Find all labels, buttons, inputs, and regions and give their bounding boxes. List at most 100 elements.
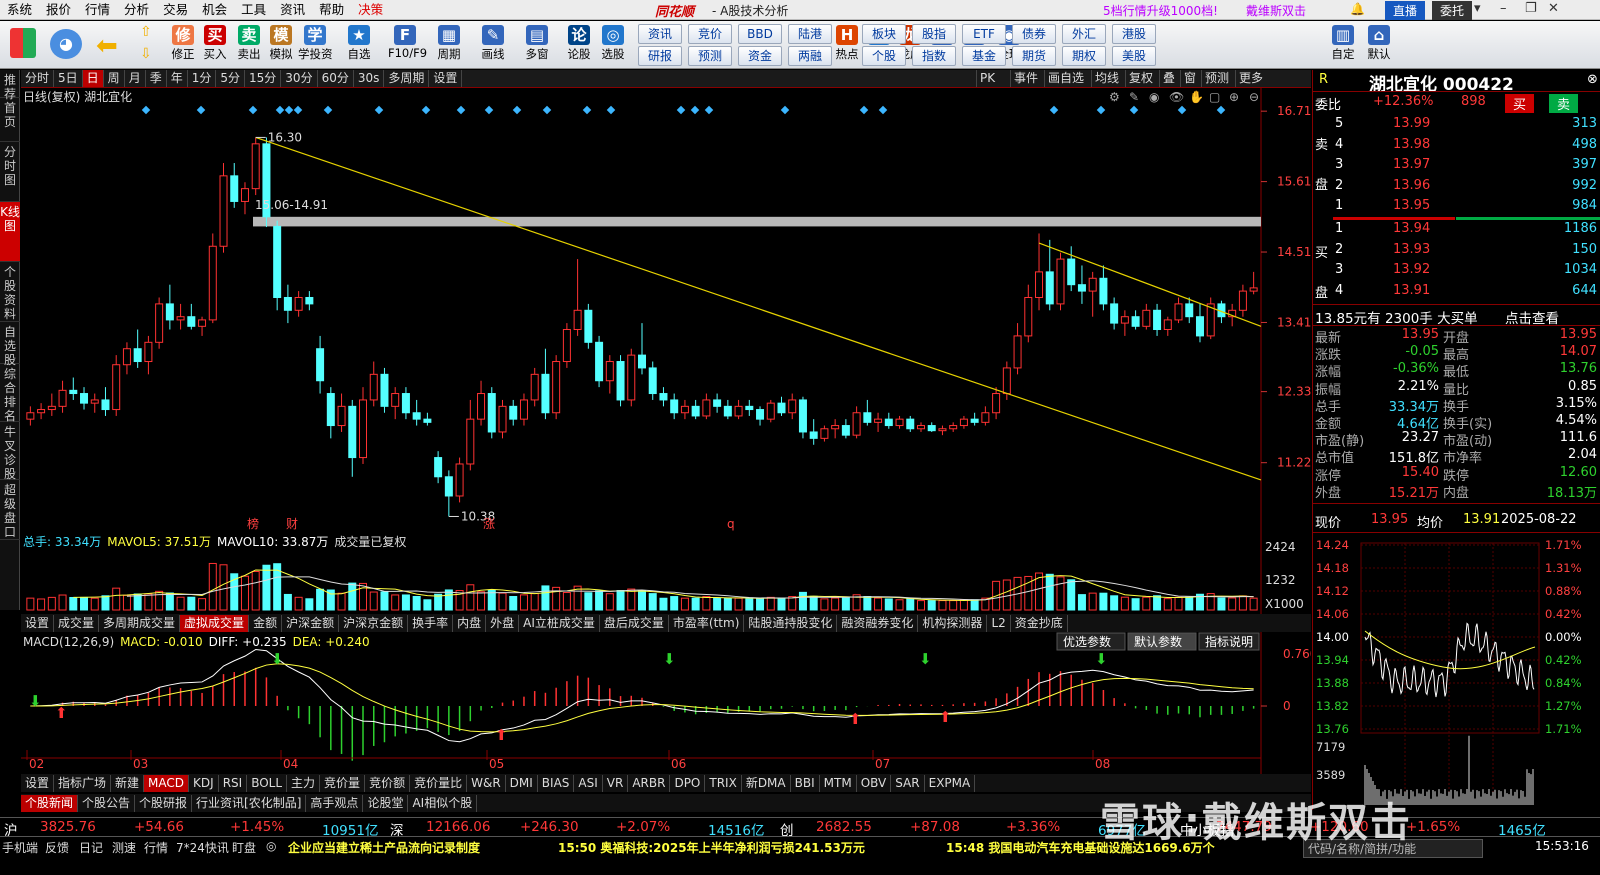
quick2-7[interactable]: 期货 xyxy=(1012,46,1056,66)
period-2[interactable]: 日 xyxy=(82,70,104,87)
period-right-8[interactable]: 更多 xyxy=(1235,70,1266,87)
ind-tab-5[interactable]: RSI xyxy=(219,774,248,792)
toolbar-11[interactable]: ◎ 选股 xyxy=(596,21,630,69)
status-item-2[interactable]: 日记 xyxy=(79,839,103,856)
ind-tab-11[interactable]: W&R xyxy=(467,774,506,792)
ind-tab-23[interactable]: SAR xyxy=(891,774,925,792)
ind-tab-18[interactable]: TRIX xyxy=(705,774,742,792)
buy-button[interactable]: 买 xyxy=(1505,94,1535,113)
close-icon[interactable]: ✕ xyxy=(1548,1,1559,16)
menu-7[interactable]: 资讯 xyxy=(273,0,312,20)
quick-6[interactable]: ETF xyxy=(962,24,1006,44)
quick2-5[interactable]: 指数 xyxy=(912,46,956,66)
vol-tab-0[interactable]: 设置 xyxy=(21,614,55,632)
status-item-0[interactable]: 手机端 xyxy=(2,839,38,856)
status-item-3[interactable]: 测速 xyxy=(112,839,136,856)
promo-link-2[interactable]: 戴维斯双击 xyxy=(1246,2,1306,19)
period-right-1[interactable]: 事件 xyxy=(1010,70,1041,87)
period-0[interactable]: 分时 xyxy=(21,70,55,87)
macd-btn1[interactable]: 优选参数 xyxy=(1056,632,1126,651)
minimize-icon[interactable]: – xyxy=(1500,1,1507,16)
big-order-link[interactable]: 点击查看 xyxy=(1505,307,1559,327)
restore-icon[interactable]: ❐ xyxy=(1525,1,1537,16)
quick2-6[interactable]: 基金 xyxy=(962,46,1006,66)
period-8[interactable]: 5分 xyxy=(216,70,246,87)
period-right-5[interactable]: 叠 xyxy=(1159,70,1178,87)
up-icon[interactable]: ⇧ xyxy=(140,24,152,40)
vol-tab-17[interactable]: 资金抄底 xyxy=(1011,614,1068,632)
news-tab-2[interactable]: 个股研报 xyxy=(135,794,193,812)
ind-tab-14[interactable]: ASI xyxy=(574,774,603,792)
ind-tab-0[interactable]: 设置 xyxy=(21,774,55,792)
period-14[interactable]: 设置 xyxy=(429,70,463,87)
leftnav-item[interactable]: 个股资料 xyxy=(0,262,20,322)
quick2-1[interactable]: 预测 xyxy=(688,46,732,66)
toolbar-2[interactable]: 卖卖出 xyxy=(232,21,266,69)
toolbar-10[interactable]: 论论股 xyxy=(562,21,596,69)
ind-tab-10[interactable]: 竞价量比 xyxy=(410,774,468,792)
bell-icon[interactable]: 🔔 xyxy=(1350,2,1365,16)
back-icon[interactable]: ⬅ xyxy=(96,31,118,61)
period-right-7[interactable]: 预测 xyxy=(1201,70,1232,87)
vol-tab-12[interactable]: 市盈率(ttm) xyxy=(669,614,745,632)
vol-tab-14[interactable]: 融资融券变化 xyxy=(837,614,919,632)
period-9[interactable]: 15分 xyxy=(245,70,282,87)
news-tab-1[interactable]: 个股公告 xyxy=(78,794,136,812)
quick-2[interactable]: BBD xyxy=(738,24,782,44)
quick2-2[interactable]: 资金 xyxy=(738,46,782,66)
ind-tab-1[interactable]: 指标广场 xyxy=(54,774,112,792)
news-tab-4[interactable]: 高手观点 xyxy=(306,794,364,812)
menu-6[interactable]: 工具 xyxy=(234,0,273,20)
menu-8[interactable]: 帮助 xyxy=(312,0,351,20)
period-12[interactable]: 30s xyxy=(354,70,385,87)
quick-7[interactable]: 债券 xyxy=(1012,24,1056,44)
vol-tab-11[interactable]: 盘后成交量 xyxy=(600,614,669,632)
menu-5[interactable]: 机会 xyxy=(195,0,234,20)
quick-0[interactable]: 资讯 xyxy=(638,24,682,44)
period-right-6[interactable]: 窗 xyxy=(1180,70,1199,87)
ind-tab-24[interactable]: EXPMA xyxy=(925,774,976,792)
sell-button[interactable]: 卖 xyxy=(1549,94,1579,113)
quick-8[interactable]: 外汇 xyxy=(1062,24,1106,44)
ind-tab-12[interactable]: DMI xyxy=(506,774,538,792)
live-button[interactable]: 直播 xyxy=(1385,1,1426,20)
period-5[interactable]: 季 xyxy=(146,70,167,87)
toolbar-9[interactable]: ▤ 多窗 xyxy=(520,21,554,69)
quick-3[interactable]: 陆港 xyxy=(788,24,832,44)
period-right-3[interactable]: 均线 xyxy=(1091,70,1122,87)
vol-tab-5[interactable]: 沪深金额 xyxy=(282,614,340,632)
toolbar-12[interactable]: H 热点 xyxy=(830,21,864,69)
ind-tab-16[interactable]: ARBR xyxy=(628,774,671,792)
macd-btn3[interactable]: 指标说明 xyxy=(1198,632,1260,651)
vol-tab-7[interactable]: 换手率 xyxy=(408,614,454,632)
quick-5[interactable]: 股指 xyxy=(912,24,956,44)
toolbar-19[interactable]: ⌂ 默认 xyxy=(1362,21,1396,69)
speaker-icon[interactable]: ◎ xyxy=(266,839,276,853)
macd-chart[interactable]: MACD(12,26,9) MACD: -0.010 DIFF: +0.235 DEA… xyxy=(21,632,1311,774)
status-item-1[interactable]: 反馈 xyxy=(45,839,69,856)
ind-tab-2[interactable]: 新建 xyxy=(111,774,145,792)
menu-0[interactable]: 系统 xyxy=(0,0,39,20)
period-right-0[interactable]: PK xyxy=(976,70,998,87)
vol-tab-2[interactable]: 多周期成交量 xyxy=(99,614,181,632)
vol-tab-8[interactable]: 内盘 xyxy=(453,614,487,632)
close-icon[interactable]: ⊗ xyxy=(1587,72,1598,87)
ind-tab-4[interactable]: KDJ xyxy=(189,774,219,792)
period-7[interactable]: 1分 xyxy=(188,70,217,87)
quick-9[interactable]: 港股 xyxy=(1112,24,1156,44)
vol-tab-1[interactable]: 成交量 xyxy=(54,614,100,632)
ind-tab-22[interactable]: OBV xyxy=(857,774,892,792)
leftnav-item[interactable]: 分时图 xyxy=(0,142,20,202)
news-tab-3[interactable]: 行业资讯[农化制品] xyxy=(192,794,307,812)
delegate-button[interactable]: 委托 xyxy=(1432,1,1473,20)
ind-tab-20[interactable]: BBI xyxy=(791,774,820,792)
vol-tab-10[interactable]: AI立桩成交量 xyxy=(519,614,600,632)
period-13[interactable]: 多周期 xyxy=(384,70,430,87)
vol-tab-16[interactable]: L2 xyxy=(987,614,1011,632)
ind-tab-19[interactable]: 新DMA xyxy=(742,774,791,792)
status-item-6[interactable]: 盯盘 xyxy=(232,839,256,856)
quick2-0[interactable]: 研报 xyxy=(638,46,682,66)
toolbar-18[interactable]: ▥ 自定 xyxy=(1326,21,1360,69)
period-10[interactable]: 30分 xyxy=(281,70,318,87)
period-3[interactable]: 周 xyxy=(104,70,125,87)
